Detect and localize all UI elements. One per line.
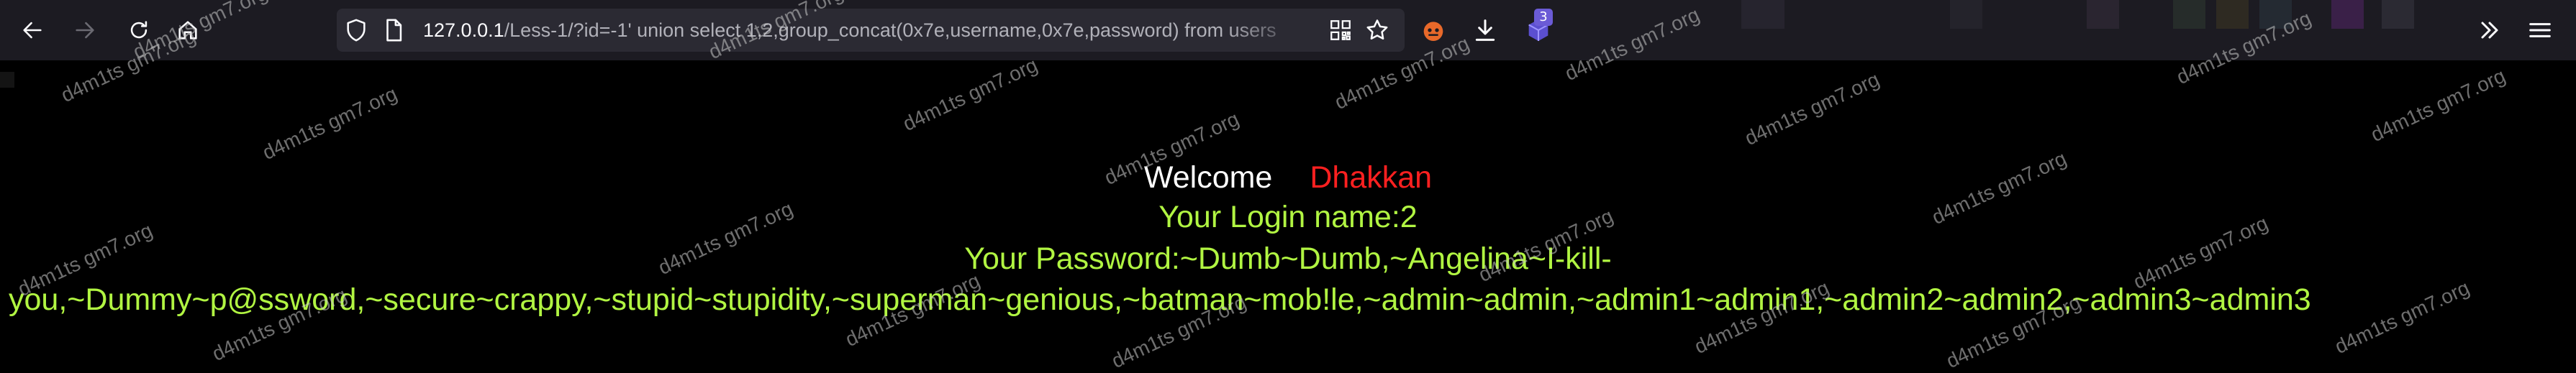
url-fade bbox=[1225, 9, 1311, 52]
swatch bbox=[1741, 0, 1784, 29]
extension-fox-icon[interactable] bbox=[1419, 16, 1448, 45]
reload-icon bbox=[130, 21, 148, 39]
swatch bbox=[2382, 0, 2414, 29]
browser-toolbar: 127.0.0.1/Less-1/?id=-1' union select 1,… bbox=[0, 0, 2576, 60]
hamburger-menu-icon[interactable] bbox=[2526, 16, 2554, 45]
page-info-icon[interactable] bbox=[381, 18, 406, 42]
welcome-line: Welcome Dhakkan bbox=[0, 158, 2576, 197]
user-name: Dhakkan bbox=[1310, 160, 1433, 195]
overflow-chevrons-icon[interactable] bbox=[2475, 16, 2504, 45]
back-arrow-icon bbox=[23, 22, 42, 39]
swatch bbox=[2331, 0, 2364, 29]
qr-code-icon[interactable] bbox=[1328, 18, 1353, 42]
extension-badge: 3 bbox=[1534, 9, 1553, 26]
welcome-label: Welcome bbox=[1143, 160, 1273, 195]
password-continuation-line: you,~Dummy~p@ssword,~secure~crappy,~stup… bbox=[9, 282, 2311, 317]
swatch bbox=[2216, 0, 2249, 29]
home-button[interactable] bbox=[171, 14, 204, 47]
swatch bbox=[1950, 0, 1982, 29]
home-icon bbox=[178, 21, 197, 40]
reload-button[interactable] bbox=[122, 14, 155, 47]
address-bar[interactable]: 127.0.0.1/Less-1/?id=-1' union select 1,… bbox=[337, 9, 1405, 52]
url-path: /Less-1/?id=-1' union select 1,2,group_c… bbox=[504, 19, 1276, 41]
swatch bbox=[2259, 0, 2292, 29]
url-host: 127.0.0.1 bbox=[423, 19, 504, 41]
login-name-line: Your Login name:2 bbox=[1158, 200, 1418, 234]
back-button[interactable] bbox=[16, 14, 49, 47]
tracking-shield-icon[interactable] bbox=[344, 18, 368, 42]
downloads-icon[interactable] bbox=[1471, 16, 1500, 45]
forward-button[interactable] bbox=[68, 14, 101, 47]
swatch bbox=[2173, 0, 2205, 29]
color-swatch-strip bbox=[1713, 0, 2446, 60]
forward-arrow-icon bbox=[76, 22, 94, 39]
bookmark-star-icon[interactable] bbox=[1364, 17, 1390, 43]
password-line: Your Password:~Dumb~Dumb,~Angelina~I-kil… bbox=[964, 241, 1612, 276]
swatch bbox=[2087, 0, 2119, 29]
sidebar-toggle[interactable] bbox=[0, 72, 14, 88]
